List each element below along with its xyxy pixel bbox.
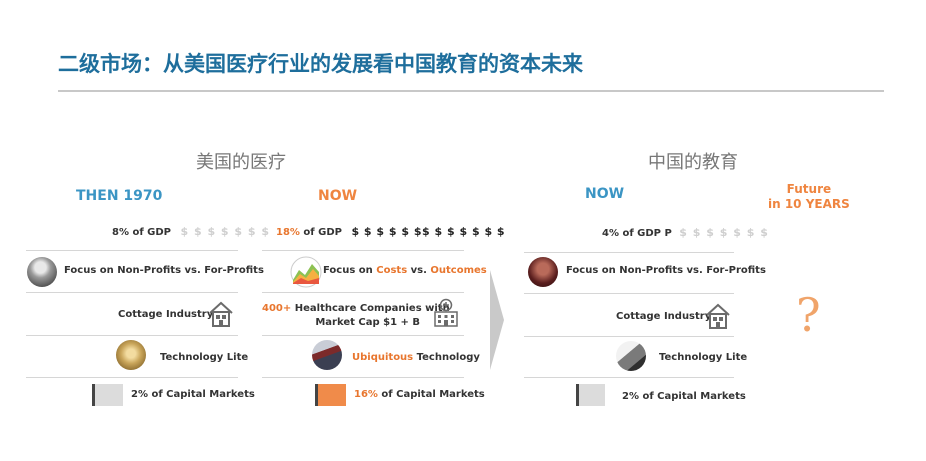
row-divider bbox=[524, 252, 734, 253]
now-tech-rest: Technology bbox=[413, 352, 480, 363]
now-tech-row: Ubiquitous Technology bbox=[352, 352, 480, 363]
portrait-photo bbox=[528, 257, 558, 287]
now-capital-rest: of Capital Markets bbox=[377, 389, 485, 400]
now-label-us: NOW bbox=[318, 188, 358, 204]
now-gdp-pct: 18% bbox=[276, 227, 300, 238]
future-question-mark: ? bbox=[796, 288, 821, 342]
then-capital-bar bbox=[95, 384, 123, 406]
future-line1: Future bbox=[786, 182, 832, 196]
us-healthcare-heading: 美国的医疗 bbox=[196, 152, 286, 173]
page-title: 二级市场：从美国医疗行业的发展看中国教育的资本未来 bbox=[58, 52, 583, 76]
china-tech-text: Technology Lite bbox=[659, 352, 748, 363]
china-education-heading: 中国的教育 bbox=[648, 152, 738, 173]
china-gdp-dollars: $ $ $ $ $ $ $ bbox=[679, 226, 769, 239]
future-line2: in 10 YEARS bbox=[768, 197, 850, 211]
future-label: Future in 10 YEARS bbox=[768, 182, 850, 212]
then-capital-text: 2% of Capital Markets bbox=[131, 389, 255, 400]
hospital-icon bbox=[434, 298, 458, 327]
row-divider bbox=[524, 377, 734, 378]
house-icon bbox=[209, 301, 233, 327]
laptop-photo bbox=[312, 340, 342, 370]
then-1970-label: THEN 1970 bbox=[76, 188, 163, 204]
row-divider bbox=[524, 336, 734, 337]
portrait-photo bbox=[27, 257, 57, 287]
then-gdp-row: 8% of GDP $ $ $ $ $ $ $ bbox=[112, 225, 270, 238]
china-gdp-text: 4% of GDP P bbox=[602, 228, 672, 239]
china-gdp-row: 4% of GDP P $ $ $ $ $ $ $ bbox=[602, 226, 769, 239]
now-capital-row: 16% of Capital Markets bbox=[354, 389, 485, 400]
china-focus-text: Focus on Non-Profits vs. For-Profits bbox=[566, 265, 766, 276]
row-divider bbox=[524, 293, 734, 294]
device-photo bbox=[116, 340, 146, 370]
now-label-china: NOW bbox=[585, 186, 625, 202]
now-capital-bar bbox=[318, 384, 346, 406]
chevron-right-icon bbox=[490, 270, 504, 370]
now-focus-row: Focus on Costs vs. Outcomes bbox=[323, 265, 487, 276]
row-divider bbox=[262, 377, 464, 378]
now-companies-line1: Healthcare Companies with bbox=[291, 303, 450, 314]
now-gdp-suffix: of GDP bbox=[299, 227, 342, 238]
row-divider bbox=[262, 335, 464, 336]
chart-icon bbox=[290, 256, 322, 288]
china-capital-bar bbox=[579, 384, 605, 406]
row-divider bbox=[262, 250, 464, 251]
now-focus-costs: Costs bbox=[376, 265, 408, 276]
then-tech-text: Technology Lite bbox=[160, 352, 249, 363]
now-focus-vs: vs. bbox=[407, 265, 431, 276]
now-tech-hl: Ubiquitous bbox=[352, 352, 414, 363]
title-divider bbox=[58, 90, 884, 92]
now-gdp-dollars: $ $ $ $ $ $$ $ $ $ $ $ $ bbox=[351, 225, 506, 238]
now-companies-pct: 400+ bbox=[262, 303, 292, 314]
row-divider bbox=[26, 377, 238, 378]
then-gdp-text: 8% of GDP bbox=[112, 227, 171, 238]
now-capital-pct: 16% bbox=[354, 389, 378, 400]
then-focus-text: Focus on Non-Profits vs. For-Profits bbox=[64, 265, 264, 276]
device-photo bbox=[616, 341, 646, 371]
house-icon bbox=[706, 303, 730, 329]
china-capital-text: 2% of Capital Markets bbox=[622, 391, 746, 402]
now-companies-line2: Market Cap $1 + B bbox=[315, 317, 420, 328]
row-divider bbox=[262, 292, 464, 293]
now-companies-row: 400+ Healthcare Companies with Market Ca… bbox=[262, 302, 450, 330]
now-focus-prefix: Focus on bbox=[323, 265, 377, 276]
then-gdp-dollars: $ $ $ $ $ $ $ bbox=[180, 225, 271, 238]
now-focus-outcomes: Outcomes bbox=[430, 265, 487, 276]
now-gdp-row: 18% of GDP $ $ $ $ $ $$ $ $ $ $ $ $ bbox=[276, 225, 505, 238]
row-divider bbox=[26, 292, 238, 293]
then-industry-text: Cottage Industry bbox=[118, 309, 214, 320]
row-divider bbox=[26, 250, 238, 251]
china-industry-text: Cottage Industry bbox=[616, 311, 712, 322]
row-divider bbox=[26, 335, 238, 336]
